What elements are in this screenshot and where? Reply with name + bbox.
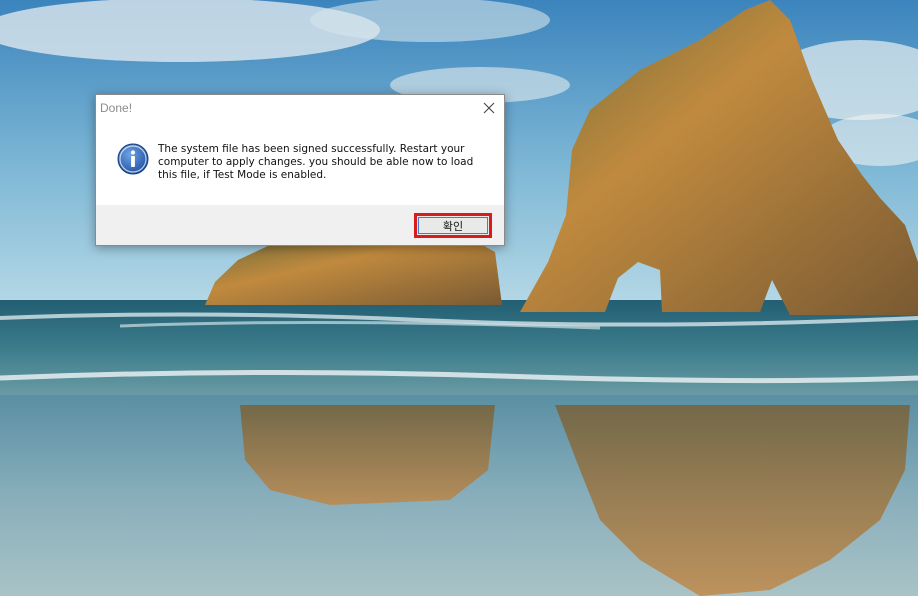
ok-button[interactable]: 확인 xyxy=(414,213,492,238)
close-button[interactable] xyxy=(478,97,500,119)
ok-button-label: 확인 xyxy=(442,219,464,233)
dialog-titlebar[interactable]: Done! xyxy=(96,95,504,121)
dialog-footer: 확인 xyxy=(96,205,504,245)
dialog-body: The system file has been signed successf… xyxy=(96,121,504,206)
close-icon xyxy=(483,102,495,114)
message-dialog: Done! The system file has been signed su… xyxy=(95,94,505,246)
information-icon xyxy=(117,143,149,175)
dialog-title: Done! xyxy=(100,101,133,115)
desktop-wallpaper xyxy=(0,0,918,596)
dialog-message: The system file has been signed successf… xyxy=(158,143,474,181)
desktop: Done! The system file has been signed su… xyxy=(0,0,918,596)
